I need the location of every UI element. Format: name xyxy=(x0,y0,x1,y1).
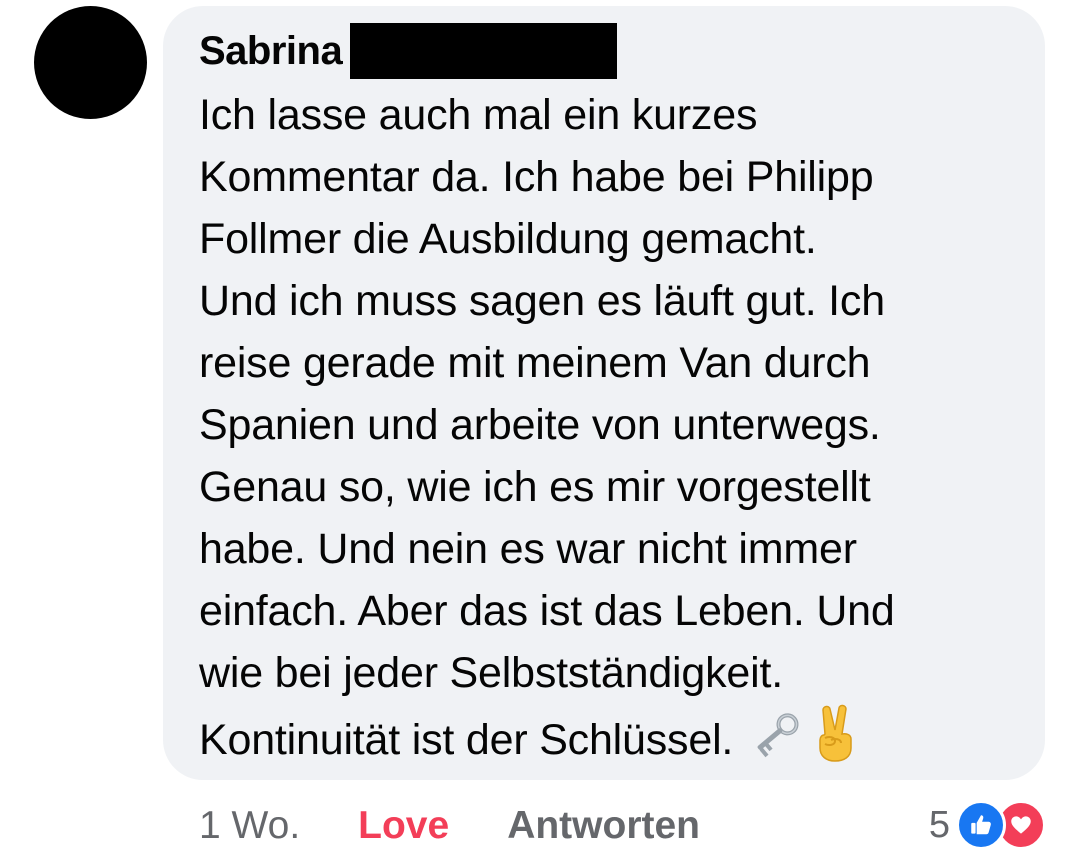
author-name[interactable]: Sabrina xyxy=(199,22,343,80)
victory-hand-icon xyxy=(813,704,859,779)
comment-line: habe. Und nein es war nicht immer xyxy=(199,525,857,573)
avatar[interactable] xyxy=(34,6,147,119)
reaction-icons xyxy=(956,800,1046,850)
comment-line: Ich lasse auch mal ein kurzes xyxy=(199,91,758,139)
like-icon xyxy=(956,800,1006,850)
comment-line: Genau so, wie ich es mir vorgestellt xyxy=(199,463,871,511)
reply-button[interactable]: Antworten xyxy=(507,804,700,848)
comment-body: Ich lasse auch mal ein kurzes Kommentar … xyxy=(199,84,1029,779)
comment-line: Follmer die Ausbildung gemacht. xyxy=(199,215,817,263)
comment-line: Kommentar da. Ich habe bei Philipp xyxy=(199,153,874,201)
comment-line: wie bei jeder Selbstständigkeit. xyxy=(199,649,783,697)
comment-line-last: Kontinuität ist der Schlüssel. xyxy=(199,704,1029,779)
comment-line: einfach. Aber das ist das Leben. Und xyxy=(199,587,895,635)
comment-timestamp[interactable]: 1 Wo. xyxy=(199,804,300,848)
reaction-summary[interactable]: 5 xyxy=(929,800,1046,850)
comment-line: Und ich muss sagen es läuft gut. Ich xyxy=(199,277,885,325)
old-key-icon xyxy=(747,708,805,777)
comment-line: Spanien und arbeite von unterwegs. xyxy=(199,401,881,449)
comment-actions: 1 Wo. Love Antworten xyxy=(199,798,700,854)
redacted-surname-block xyxy=(350,23,618,79)
comment-line-text: Kontinuität ist der Schlüssel. xyxy=(199,716,734,764)
comment-screen: Sabrina Ich lasse auch mal ein kurzes Ko… xyxy=(0,0,1080,864)
love-reaction-button[interactable]: Love xyxy=(358,804,449,848)
reaction-count: 5 xyxy=(928,803,950,846)
comment-header: Sabrina xyxy=(199,22,618,80)
comment-line: reise gerade mit meinem Van durch xyxy=(199,339,871,387)
